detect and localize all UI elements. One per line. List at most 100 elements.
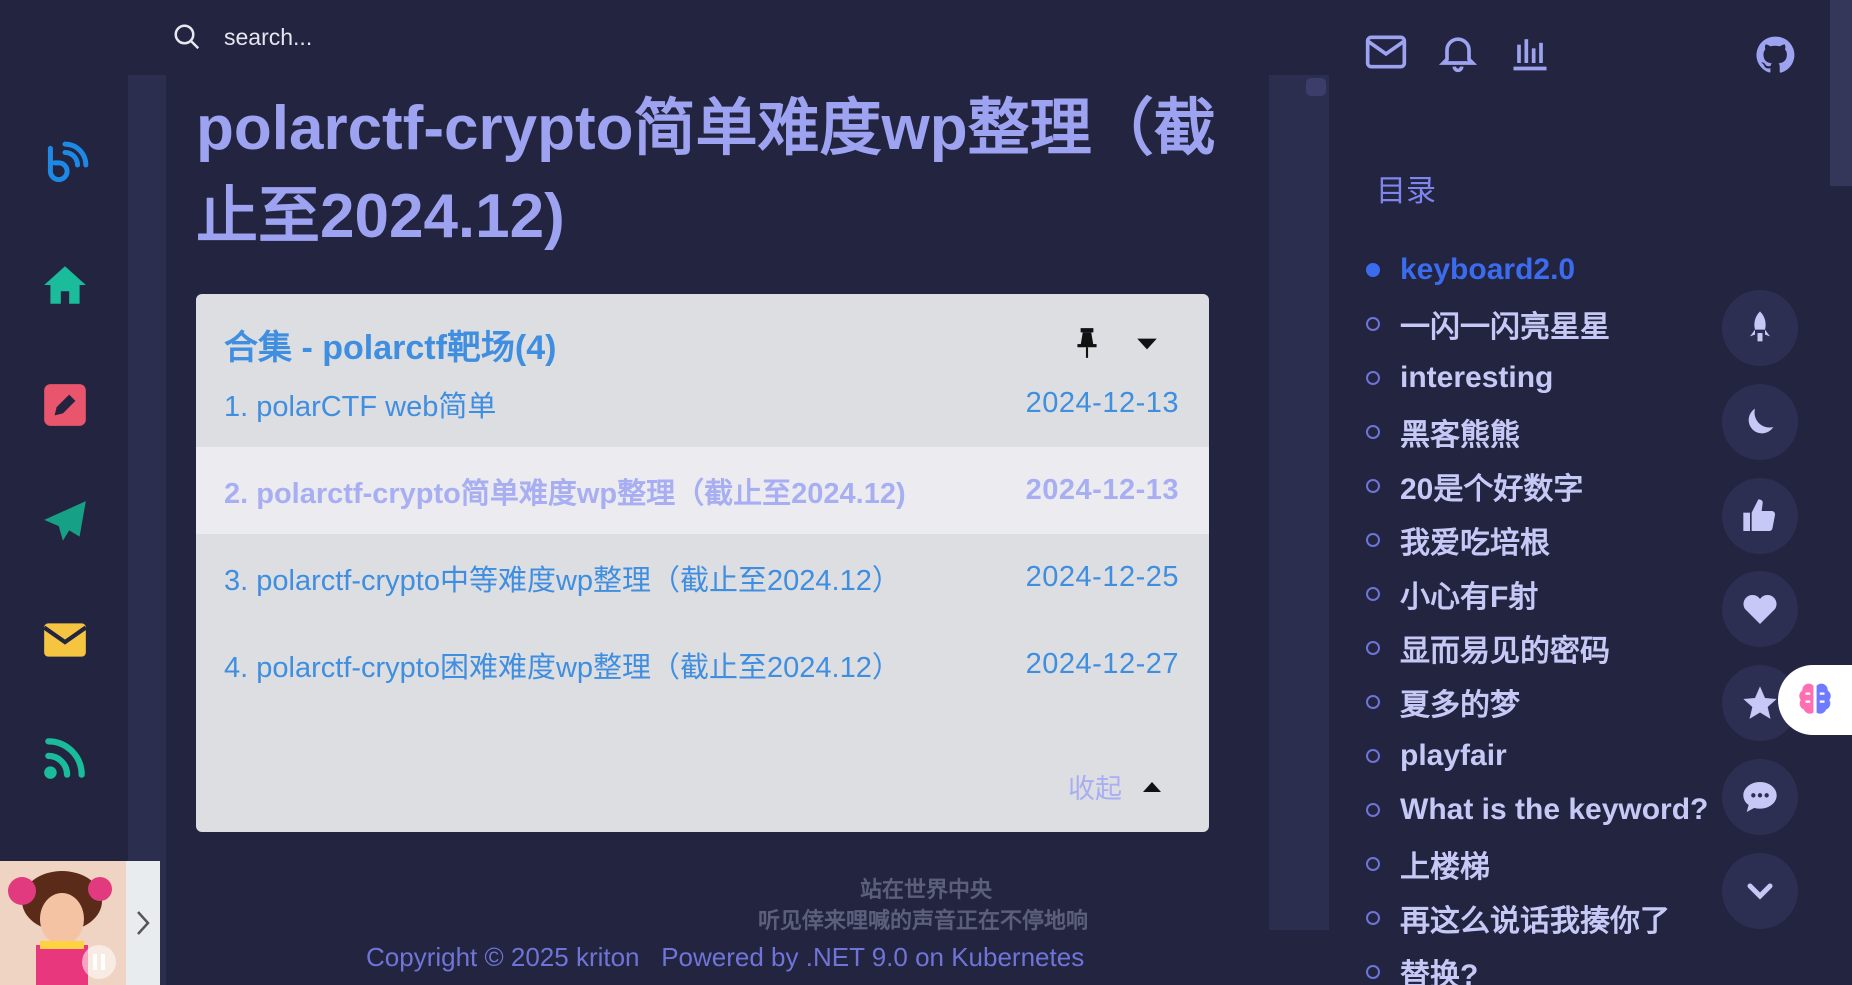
star-icon <box>1743 686 1777 719</box>
search-icon[interactable] <box>172 22 202 52</box>
toc-item[interactable]: 小心有F射 <box>1366 574 1538 614</box>
chevron-up-icon[interactable] <box>1140 777 1164 797</box>
collection-item-label[interactable]: 4. polarctf-crypto困难难度wp整理（截止至2024.12） <box>224 644 901 686</box>
collection-item-label[interactable]: 1. polarCTF web简单 <box>224 383 496 425</box>
rocket-icon <box>1750 311 1770 342</box>
send-icon[interactable] <box>40 497 90 547</box>
toc-bullet-icon <box>1366 641 1380 655</box>
toc-item[interactable]: 夏多的梦 <box>1366 682 1520 722</box>
collection-item[interactable]: 4. polarctf-crypto困难难度wp整理（截止至2024.12） 2… <box>196 621 1209 708</box>
music-player[interactable] <box>0 861 160 985</box>
collection-item-label[interactable]: 3. polarctf-crypto中等难度wp整理（截止至2024.12） <box>224 557 901 599</box>
toc-item[interactable]: 显而易见的密码 <box>1366 628 1610 668</box>
toc-bullet-icon <box>1366 533 1380 547</box>
page-title: polarctf-crypto简单难度wp整理（截止至2024.12) <box>196 94 1216 251</box>
collection-item-current[interactable]: 2. polarctf-crypto简单难度wp整理（截止至2024.12) 2… <box>196 447 1209 534</box>
toc-item-label[interactable]: playfair <box>1400 739 1507 773</box>
chevron-down-icon[interactable] <box>1134 334 1160 354</box>
toc-item-label[interactable]: interesting <box>1400 361 1553 395</box>
chevron-down-icon <box>1747 883 1773 900</box>
toc-bullet-icon <box>1366 587 1380 601</box>
search-input[interactable] <box>224 20 624 54</box>
comment-button[interactable] <box>1722 759 1798 835</box>
toc-bullet-icon <box>1366 695 1380 709</box>
blog-logo-icon[interactable] <box>40 140 90 190</box>
toc-item[interactable]: 替换? <box>1366 952 1478 985</box>
lyric-line-1: 站在世界中央 <box>860 878 993 903</box>
toc-item[interactable]: 20是个好数字 <box>1366 466 1583 506</box>
pause-button[interactable] <box>82 945 116 979</box>
ai-assistant-button[interactable] <box>1778 665 1852 735</box>
toc-item-label[interactable]: What is the keyword? <box>1400 793 1708 827</box>
footer-copyright: Copyright © 2025 kriton <box>366 942 640 972</box>
toc-item-label[interactable]: 我爱吃培根 <box>1400 518 1550 562</box>
moon-icon <box>1748 408 1774 434</box>
scroll-handle[interactable] <box>1306 78 1326 96</box>
toc-bullet-icon <box>1366 803 1380 817</box>
toc-bullet-icon <box>1366 317 1380 331</box>
toc-item[interactable]: 黑客熊熊 <box>1366 412 1520 452</box>
toc-item[interactable]: 一闪一闪亮星星 <box>1366 304 1610 344</box>
toc-header: 目录 <box>1376 174 1436 209</box>
toc-bullet-icon <box>1366 911 1380 925</box>
toc-item-label[interactable]: 小心有F射 <box>1400 572 1538 616</box>
footer-text: Copyright © 2025 kriton Powered by .NET … <box>366 942 1084 973</box>
toc-item-label[interactable]: keyboard2.0 <box>1400 253 1575 287</box>
lyric-line-2: 听见倖来哩喊的声音正在不停地响 <box>758 909 1089 934</box>
like-button[interactable] <box>1722 478 1798 554</box>
favorite-button[interactable] <box>1722 571 1798 647</box>
brain-icon <box>1799 683 1831 714</box>
toc-bullet-icon <box>1366 371 1380 385</box>
toc-item[interactable]: keyboard2.0 <box>1366 250 1575 290</box>
toc-bullet-icon <box>1366 425 1380 439</box>
footer-powered-by[interactable]: Powered by .NET 9.0 on Kubernetes <box>661 942 1084 972</box>
collection-item-date: 2024-12-25 <box>1025 561 1179 593</box>
home-icon[interactable] <box>40 260 90 310</box>
toc-bullet-icon <box>1366 965 1380 979</box>
toc-item[interactable]: playfair <box>1366 736 1507 776</box>
toc-item[interactable]: interesting <box>1366 358 1553 398</box>
collection-item-date: 2024-12-13 <box>1025 387 1179 419</box>
toc-item-label[interactable]: 替换? <box>1400 950 1478 985</box>
toc-item-label[interactable]: 黑客熊熊 <box>1400 410 1520 454</box>
toc-item[interactable]: 我爱吃培根 <box>1366 520 1550 560</box>
dark-mode-button[interactable] <box>1722 384 1798 460</box>
toc-item-label[interactable]: 一闪一闪亮星星 <box>1400 302 1610 346</box>
toc-bullet-icon <box>1366 263 1380 277</box>
collection-item-label[interactable]: 2. polarctf-crypto简单难度wp整理（截止至2024.12) <box>224 470 906 512</box>
collection-item[interactable]: 3. polarctf-crypto中等难度wp整理（截止至2024.12） 2… <box>196 534 1209 621</box>
thumbs-up-icon <box>1743 499 1776 532</box>
collapse-button[interactable]: 收起 <box>1068 767 1122 806</box>
page-scrollbar[interactable] <box>1830 0 1852 186</box>
back-to-top-button[interactable] <box>1722 290 1798 366</box>
toc-item-label[interactable]: 20是个好数字 <box>1400 464 1583 508</box>
toc-item-label[interactable]: 上楼梯 <box>1400 842 1490 886</box>
rss-icon[interactable] <box>40 733 90 783</box>
collection-card: 合集 - polarctf靶场(4) 1. polarCTF web简单 202… <box>196 294 1209 832</box>
toc-bullet-icon <box>1366 857 1380 871</box>
github-icon[interactable] <box>1754 34 1796 76</box>
toc-item-label[interactable]: 夏多的梦 <box>1400 680 1520 724</box>
comment-icon <box>1743 782 1777 812</box>
toc-item[interactable]: 上楼梯 <box>1366 844 1490 884</box>
scroll-down-button[interactable] <box>1722 853 1798 929</box>
envelope-icon[interactable] <box>40 615 90 665</box>
player-expand-button[interactable] <box>126 861 160 985</box>
heart-icon <box>1743 594 1777 624</box>
toc-bullet-icon <box>1366 749 1380 763</box>
toc-item[interactable]: 再这么说话我揍你了 <box>1366 898 1670 938</box>
edit-icon[interactable] <box>40 380 90 430</box>
toc-bullet-icon <box>1366 479 1380 493</box>
chevron-right-icon <box>137 911 150 935</box>
toc-item-label[interactable]: 再这么说话我揍你了 <box>1400 896 1670 940</box>
mail-icon[interactable] <box>1364 30 1408 74</box>
bell-icon[interactable] <box>1436 30 1480 74</box>
toc-item-label[interactable]: 显而易见的密码 <box>1400 626 1610 670</box>
chart-icon[interactable] <box>1508 30 1552 74</box>
content-scroll-rail <box>1269 75 1329 930</box>
toc-item[interactable]: What is the keyword? <box>1366 790 1708 830</box>
collection-item[interactable]: 1. polarCTF web简单 2024-12-13 <box>196 360 1209 447</box>
collection-item-date: 2024-12-13 <box>1025 474 1179 506</box>
pin-icon[interactable] <box>1074 326 1100 360</box>
left-rail <box>128 75 166 985</box>
